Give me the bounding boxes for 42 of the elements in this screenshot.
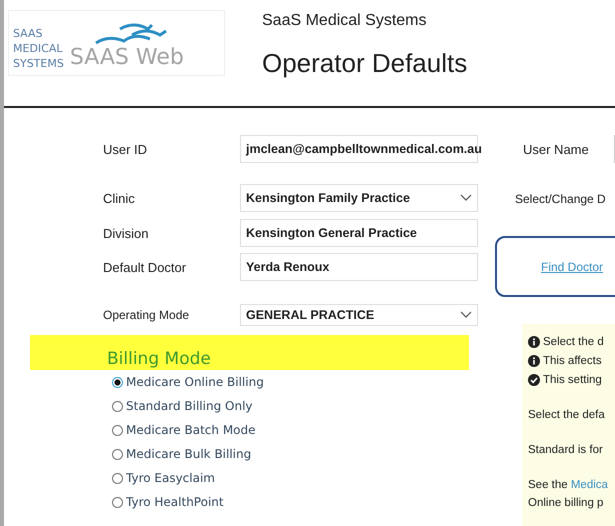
- radio-button[interactable]: [112, 400, 123, 412]
- info-icon: [528, 354, 540, 366]
- section-heading: Billing Mode: [107, 348, 211, 370]
- chevron-down-icon: [460, 311, 472, 319]
- radio-button[interactable]: [112, 472, 123, 484]
- radio-option[interactable]: Medicare Online Billing: [112, 370, 495, 394]
- find-doctor-link[interactable]: Find Doctor: [541, 260, 604, 274]
- logo-text: SAAS: [13, 26, 44, 41]
- field-label: Division: [103, 226, 150, 240]
- radio-button[interactable]: [112, 376, 123, 388]
- field-label: Operating Mode: [103, 308, 190, 322]
- help-text: Select the d: [543, 336, 604, 348]
- page-title: Operator Defaults: [262, 48, 468, 79]
- radio-button[interactable]: [112, 496, 123, 508]
- radio-option[interactable]: Tyro HealthPoint: [112, 490, 495, 514]
- field-label: Clinic: [103, 190, 136, 206]
- radio-button[interactable]: [112, 424, 123, 436]
- field-label: Select/Change D: [515, 191, 607, 208]
- radio-option[interactable]: Medicare Batch Mode: [112, 418, 495, 442]
- logo-text: SYSTEMS: [13, 56, 64, 71]
- check-circle-icon: [528, 374, 540, 386]
- dropdown[interactable]: Kensington Family Practice: [240, 184, 478, 212]
- info-icon: [528, 336, 540, 348]
- field-label: User Name: [523, 142, 589, 156]
- logo-text: SAAS Web: [70, 45, 184, 71]
- help-text: See the Medica Online billing p: [528, 478, 609, 511]
- radio-option[interactable]: Tyro Easyclaim: [112, 466, 495, 490]
- radio-button[interactable]: [112, 448, 123, 460]
- input-field[interactable]: Yerda Renoux: [240, 253, 478, 281]
- field-label: Default Doctor: [103, 260, 188, 274]
- input-field[interactable]: Kensington General Practice: [240, 219, 478, 247]
- logo-text: MEDICAL: [13, 41, 64, 56]
- help-text: This affects: [543, 354, 602, 366]
- help-text: This setting: [543, 374, 602, 386]
- field-label: User ID: [103, 142, 148, 156]
- help-text: Select the defa: [528, 408, 606, 423]
- radio-option[interactable]: Standard Billing Only: [112, 394, 495, 418]
- dropdown[interactable]: GENERAL PRACTICE: [240, 304, 478, 326]
- radio-option[interactable]: Medicare Bulk Billing: [112, 442, 495, 466]
- help-text: Standard is for: [528, 443, 604, 458]
- company-name: SaaS Medical Systems: [262, 12, 428, 30]
- chevron-down-icon: [460, 194, 472, 202]
